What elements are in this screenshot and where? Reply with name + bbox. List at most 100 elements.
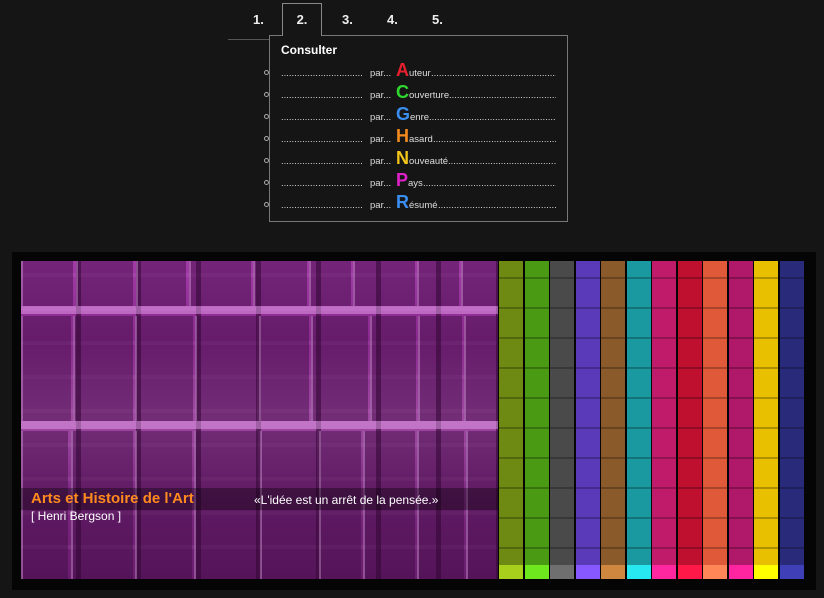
book-spine	[135, 316, 193, 421]
dots-left: ...............................	[281, 134, 363, 145]
color-strip[interactable]	[550, 261, 574, 579]
initial-letter[interactable]: P	[396, 170, 408, 191]
dots-right: ........................................…	[429, 112, 556, 123]
par-label: par...	[370, 134, 392, 145]
strip-highlight	[779, 565, 804, 579]
banner: Arts et Histoire de l'Art «L'idée est un…	[12, 252, 816, 590]
color-strip[interactable]	[703, 261, 727, 579]
panel-title: Consulter	[281, 43, 338, 57]
dots-left: ...............................	[281, 200, 363, 211]
bullet-icon	[264, 180, 269, 185]
consult-row[interactable]: ............................... par... Nou…	[264, 148, 564, 171]
book-spine	[309, 261, 351, 306]
initial-letter[interactable]: H	[396, 126, 409, 147]
book-spine	[311, 316, 368, 421]
bullet-icon	[264, 70, 269, 75]
book-spine	[76, 261, 133, 306]
category-word[interactable]: ouverture	[409, 90, 449, 101]
category-word[interactable]: ays	[408, 178, 423, 189]
book-spine	[189, 261, 251, 306]
book-spine	[417, 261, 459, 306]
bookshelf-image: Arts et Histoire de l'Art «L'idée est un…	[21, 261, 498, 579]
color-strip[interactable]	[626, 261, 651, 579]
strip-highlight	[575, 565, 600, 579]
shelf	[21, 421, 498, 429]
strip-highlight	[499, 565, 523, 579]
color-strip[interactable]	[677, 261, 702, 579]
initial-letter[interactable]: G	[396, 104, 410, 125]
book-spine	[136, 261, 186, 306]
bullet-icon	[264, 136, 269, 141]
color-strip[interactable]	[779, 261, 804, 579]
tab-2[interactable]: 2.	[282, 3, 322, 36]
initial-letter[interactable]: N	[396, 148, 409, 169]
tab-1[interactable]: 1.	[253, 12, 264, 27]
color-strip[interactable]	[728, 261, 753, 579]
book-spine	[21, 261, 73, 306]
consult-row[interactable]: ............................... par... Has…	[264, 126, 564, 149]
color-strip[interactable]	[524, 261, 549, 579]
strip-highlight	[677, 565, 702, 579]
tab-divider	[228, 39, 270, 40]
color-strip[interactable]	[601, 261, 625, 579]
category-word[interactable]: enre	[410, 112, 429, 123]
category-word[interactable]: ouveauté	[409, 156, 448, 167]
book-spine	[461, 261, 498, 306]
strip-highlight	[626, 565, 651, 579]
dots-right: ........................................…	[433, 134, 556, 145]
strip-highlight	[652, 565, 676, 579]
consult-row[interactable]: ............................... par... Gen…	[264, 104, 564, 127]
book-spine	[259, 316, 309, 421]
dots-left: ...............................	[281, 68, 363, 79]
par-label: par...	[370, 178, 392, 189]
shelf	[21, 306, 498, 314]
color-strip[interactable]	[652, 261, 676, 579]
dots-left: ...............................	[281, 112, 363, 123]
bullet-icon	[264, 158, 269, 163]
initial-letter[interactable]: C	[396, 82, 409, 103]
par-label: par...	[370, 68, 392, 79]
book-spine	[73, 316, 133, 421]
dots-right: ........................................…	[431, 68, 556, 79]
dots-right: ........................................…	[449, 90, 556, 101]
book-spine	[418, 316, 462, 421]
category-word[interactable]: asard	[409, 134, 433, 145]
dots-right: ........................................…	[448, 156, 556, 167]
strip-highlight	[550, 565, 574, 579]
consult-row[interactable]: ............................... par... Cou…	[264, 82, 564, 105]
color-strips	[499, 261, 807, 579]
initial-letter[interactable]: A	[396, 60, 409, 81]
tab-5[interactable]: 5.	[432, 12, 443, 27]
strip-highlight	[754, 565, 778, 579]
tab-3[interactable]: 3.	[342, 12, 353, 27]
color-strip[interactable]	[575, 261, 600, 579]
bullet-icon	[264, 202, 269, 207]
dots-right: ........................................…	[438, 200, 556, 211]
banner-title: Arts et Histoire de l'Art	[31, 490, 194, 507]
strip-highlight	[728, 565, 753, 579]
color-strip[interactable]	[754, 261, 778, 579]
book-spine	[370, 316, 416, 421]
strip-highlight	[601, 565, 625, 579]
tab-4[interactable]: 4.	[387, 12, 398, 27]
strip-highlight	[524, 565, 549, 579]
consult-row[interactable]: ............................... par... Aut…	[264, 60, 564, 83]
tab-bar: 1. 2. 3. 4. 5.	[0, 0, 824, 40]
dots-left: ...............................	[281, 90, 363, 101]
par-label: par...	[370, 112, 392, 123]
category-word[interactable]: ésumé	[409, 200, 438, 211]
consult-row[interactable]: ............................... par... Pay…	[264, 170, 564, 193]
bullet-icon	[264, 92, 269, 97]
category-word[interactable]: uteur	[409, 68, 431, 79]
par-label: par...	[370, 90, 392, 101]
strip-highlight	[703, 565, 727, 579]
initial-letter[interactable]: R	[396, 192, 409, 213]
color-strip[interactable]	[499, 261, 523, 579]
dots-right: ........................................…	[423, 178, 556, 189]
banner-quote: «L'idée est un arrêt de la pensée.»	[254, 493, 439, 507]
book-spine	[253, 261, 307, 306]
consult-row[interactable]: ............................... par... Rés…	[264, 192, 564, 215]
banner-author: [ Henri Bergson ]	[31, 509, 122, 523]
bullet-icon	[264, 114, 269, 119]
par-label: par...	[370, 156, 392, 167]
